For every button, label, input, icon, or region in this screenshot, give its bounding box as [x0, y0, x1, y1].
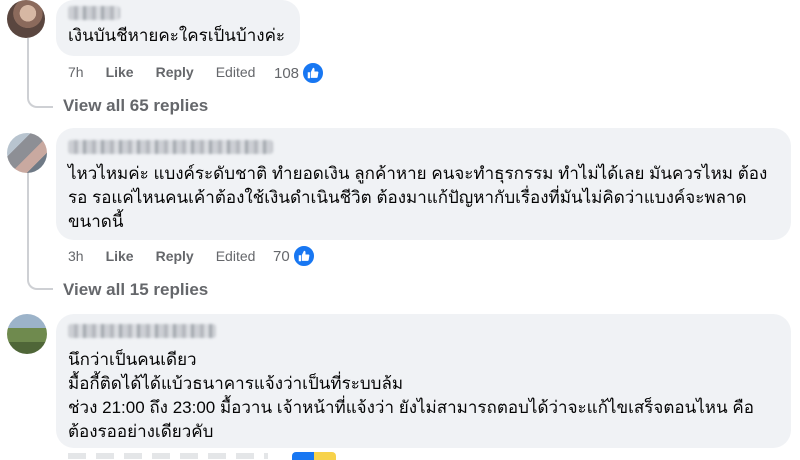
edited-label[interactable]: Edited	[216, 64, 256, 80]
author-name-blurred[interactable]	[68, 6, 120, 20]
like-button[interactable]: Like	[106, 248, 134, 264]
reply-button[interactable]: Reply	[156, 248, 194, 264]
thread-line	[27, 38, 29, 90]
view-replies-link[interactable]: View all 15 replies	[63, 280, 208, 300]
comment-bubble: ไหวไหมค่ะ แบงค์ระดับชาติ ทำยอดเงิน ลูกค้…	[56, 128, 791, 240]
author-name-blurred[interactable]	[68, 324, 216, 338]
avatar[interactable]	[7, 314, 47, 354]
reaction-summary[interactable]: 108	[274, 62, 325, 84]
thread-connector	[27, 88, 53, 108]
avatar[interactable]	[7, 0, 45, 38]
reaction-count: 108	[274, 64, 300, 82]
comment-text: เงินบันชีหายคะใครเป็นบ้างค่ะ	[68, 26, 286, 45]
reaction-summary[interactable]: 70	[273, 245, 315, 267]
comment-actions: 7h Like Reply Edited	[68, 64, 277, 80]
reaction-count: 70	[273, 247, 290, 265]
comment-bubble: เงินบันชีหายคะใครเป็นบ้างค่ะ	[56, 0, 300, 56]
comment-actions: 3h Like Reply Edited	[68, 248, 277, 264]
view-replies-link[interactable]: View all 65 replies	[63, 96, 208, 116]
like-button[interactable]: Like	[106, 64, 134, 80]
comment-text: ไหวไหมค่ะ แบงค์ระดับชาติ ทำยอดเงิน ลูกค้…	[68, 164, 768, 231]
reply-button[interactable]: Reply	[156, 64, 194, 80]
avatar[interactable]	[7, 133, 47, 173]
edited-label[interactable]: Edited	[216, 248, 256, 264]
comment-time[interactable]: 7h	[68, 64, 84, 80]
comment-text: นึกว่าเป็นคนเดียว มื้อกี้ติดได้ได้แบ้วธน…	[68, 350, 754, 441]
thread-connector	[27, 270, 53, 290]
next-comment-actions-partial	[68, 453, 268, 459]
thread-line	[27, 172, 29, 272]
author-name-blurred[interactable]	[68, 140, 273, 154]
thumbs-up-icon	[292, 245, 315, 267]
comment-bubble: นึกว่าเป็นคนเดียว มื้อกี้ติดได้ได้แบ้วธน…	[56, 314, 791, 448]
thumbs-up-icon	[302, 62, 325, 84]
comment-time[interactable]: 3h	[68, 248, 84, 264]
